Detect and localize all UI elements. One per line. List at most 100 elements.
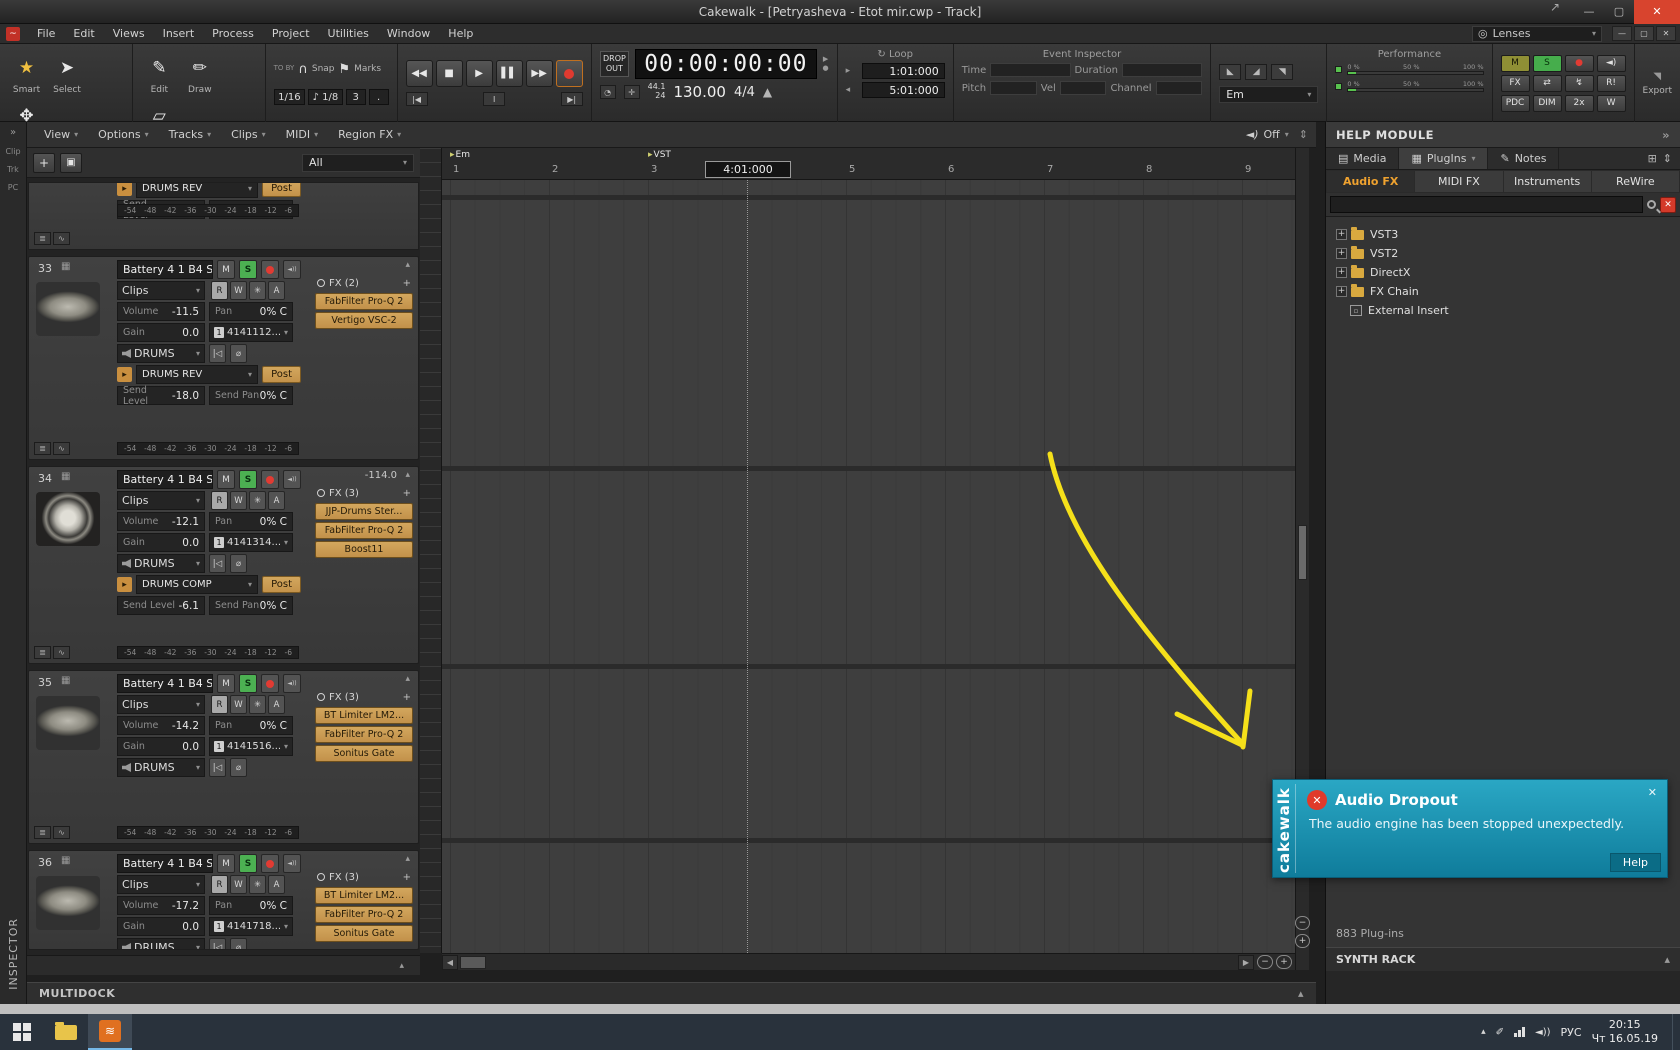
track-automation-icon[interactable]: ∿ [53,646,70,659]
tray-language[interactable]: РУС [1561,1026,1582,1039]
track-name[interactable]: Battery 4 1 B4 St [117,470,213,489]
mute-button[interactable]: M [217,260,235,279]
io-button[interactable]: ⇄ [1532,74,1562,92]
menu-project[interactable]: Project [263,25,319,42]
expand-inspector-icon[interactable]: » [0,127,26,138]
time-mode-buttons[interactable]: ▶ ● [823,55,829,73]
solo-button[interactable]: S [239,854,257,873]
plugin-search-input[interactable] [1330,196,1643,213]
menu-process[interactable]: Process [203,25,263,42]
fx-plugin-item[interactable]: FabFilter Pro-Q 2 [315,293,413,310]
volume-field[interactable]: Volume -12.1 [117,512,205,531]
track-collapse-icon[interactable]: ▴ [405,470,410,480]
send-destination[interactable]: DRUMS COMP ▾ [136,575,259,594]
marker-tool-icon-2[interactable]: ◢ [1245,63,1268,80]
fx-plugin-item[interactable]: Boost11 [315,541,413,558]
key-signature-dropdown[interactable]: Em ▾ [1219,85,1319,103]
tree-item-vst3[interactable]: + VST3 [1336,225,1680,244]
gain-field[interactable]: Gain 0.0 [117,323,205,342]
edit-tool-button[interactable]: ✎ Edit [142,51,177,95]
2x-button[interactable]: 2x [1564,94,1594,112]
read-automation-button[interactable]: R [211,281,228,300]
minimize-button[interactable]: — [1574,0,1604,24]
fx-plugin-item[interactable]: FabFilter Pro-Q 2 [315,726,413,743]
global-record-button[interactable]: ● [1564,54,1594,72]
clips-dropdown[interactable]: Clips ▾ [117,491,205,510]
write-automation-button[interactable]: W [230,491,247,510]
track-lanes[interactable] [442,180,1295,953]
meter-display[interactable]: 4/4 [734,85,755,100]
track-collapse-icon[interactable]: ▴ [405,674,410,684]
fx-power-icon[interactable] [317,693,325,701]
fx-plugin-item[interactable]: Vertigo VSC-2 [315,312,413,329]
tray-clock[interactable]: 20:15 Чт 16.05.19 [1592,1018,1662,1046]
subtab-instruments[interactable]: Instruments [1503,171,1591,192]
app-icon[interactable]: ~ [6,26,20,41]
multidock-bar[interactable]: MULTIDOCK ▴ [27,982,1316,1004]
now-time-cursor[interactable] [747,180,748,953]
marker-position-button[interactable]: I [483,92,506,106]
fx-plugin-item[interactable]: FabFilter Pro-Q 2 [315,906,413,923]
pause-button[interactable]: ▌▌ [495,60,523,87]
write-automation-button[interactable]: W [230,875,247,894]
track-collapse-icon[interactable]: ▴ [405,260,410,270]
input-echo-button[interactable]: ◄)) [283,470,301,489]
goto-start-button[interactable]: |◀ [405,92,428,106]
subtab-audio-fx[interactable]: Audio FX [1327,171,1415,192]
goto-end-button[interactable]: ▶| [560,92,583,106]
zoom-in-icon[interactable]: + [1276,955,1292,969]
collapse-browser-icon[interactable]: » [1662,128,1670,142]
track-automation-icon[interactable]: ∿ [53,826,70,839]
taskbar-cakewalk[interactable]: ≋ [88,1014,132,1050]
fx-plugin-item[interactable]: Sonitus Gate [315,745,413,762]
send-pan-field[interactable]: Send Pan0% C [209,596,293,615]
track-automation-icon[interactable]: ∿ [53,442,70,455]
track-lanes-icon[interactable]: ≣ [34,646,51,659]
clear-search-button[interactable]: ✕ [1660,196,1676,213]
track-name[interactable]: Battery 4 1 B4 St [117,674,213,693]
send-level-field[interactable]: Send Level -6.1 [117,596,205,615]
freeze-button[interactable]: ✳ [249,281,266,300]
loop-end-field[interactable]: 5:01:000 [861,82,945,98]
phase-button[interactable]: ⌀ [230,554,247,573]
clips-dropdown[interactable]: Clips ▾ [117,875,205,894]
event-channel-field[interactable] [1155,81,1203,95]
bus-dropdown[interactable]: DRUMS ▾ [117,554,205,573]
em-marker[interactable]: ▸Em [450,150,470,160]
send-post-button[interactable]: Post [262,183,301,197]
rewind-button[interactable]: ◀◀ [405,60,433,87]
track-name[interactable]: Battery 4 1 B4 St [117,854,213,873]
freeze-button[interactable]: ✳ [249,875,266,894]
volume-field[interactable]: Volume -17.2 [117,896,205,915]
tv-menu-midi[interactable]: MIDI ▾ [277,125,327,144]
taskbar-file-explorer[interactable] [44,1014,88,1050]
clips-dropdown[interactable]: Clips ▾ [117,281,205,300]
add-fx-icon[interactable]: + [403,692,411,703]
read-automation-button[interactable]: R [211,875,228,894]
tree-item-fx-chain[interactable]: + FX Chain [1336,282,1680,301]
horizontal-scroll-thumb[interactable] [460,955,486,969]
record-button[interactable] [555,60,583,87]
archive-button[interactable]: A [268,695,285,714]
sync-icon[interactable]: ◔ [599,85,616,99]
layout-icon[interactable]: ⊞ [1648,152,1657,165]
tv-menu-region-fx[interactable]: Region FX ▾ [329,125,410,144]
tray-network-icon[interactable] [1514,1027,1526,1037]
toast-close-icon[interactable]: ✕ [1648,786,1657,799]
read-automation-button[interactable]: R [211,491,228,510]
child-close-button[interactable]: ✕ [1656,26,1676,41]
fast-forward-button[interactable]: ▶▶ [525,60,553,87]
offset-icon[interactable]: ✛ [623,85,640,99]
subtab-rewire[interactable]: ReWire [1591,171,1679,192]
marker-tool-icon-3[interactable]: ◥ [1271,63,1294,80]
tree-item-vst2[interactable]: + VST2 [1336,244,1680,263]
archive-button[interactable]: A [268,281,285,300]
fx-bin-header[interactable]: FX (2) + [315,275,413,291]
rail-tab-trk[interactable]: Trk [0,165,26,174]
rail-tab-clip[interactable]: Clip [0,147,26,156]
send-destination[interactable]: DRUMS REV ▾ [136,365,259,384]
scroll-right-icon[interactable]: ▶ [1238,954,1254,970]
pan-field[interactable]: Pan 0% C [209,716,293,735]
solo-button[interactable]: S [239,260,257,279]
phase-button[interactable]: ⌀ [230,758,247,777]
